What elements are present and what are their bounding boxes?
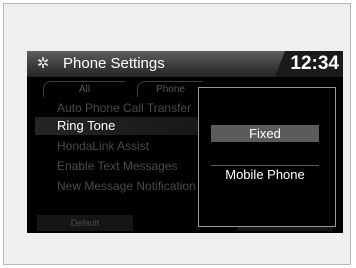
gear-icon: ✲ [36,55,50,72]
tab-all[interactable]: All [43,81,125,97]
option-mobile-phone[interactable]: Mobile Phone [211,165,319,184]
infotainment-screen: ✲ Phone Settings 12:34 All Phone Auto Ph… [27,51,343,233]
option-fixed[interactable]: Fixed [211,125,319,142]
screen-title: Phone Settings [63,55,165,72]
menu-item-auto-phone-call-transfer[interactable]: Auto Phone Call Transfer [35,99,215,117]
clock-panel: 12:34 [275,51,343,77]
menu-item-new-message-notification[interactable]: New Message Notification [35,177,215,195]
default-button[interactable]: Default [37,215,133,231]
tab-phone[interactable]: Phone [137,81,203,97]
figure-frame: ✲ Phone Settings 12:34 All Phone Auto Ph… [3,3,351,265]
menu-item-enable-text-messages[interactable]: Enable Text Messages [35,157,215,175]
menu-item-hondalink-assist[interactable]: HondaLink Assist [35,137,215,155]
ring-tone-popup: Fixed Mobile Phone [198,87,336,227]
title-bar: ✲ Phone Settings 12:34 [27,51,343,77]
clock: 12:34 [290,53,339,74]
menu-item-ring-tone[interactable]: Ring Tone [35,117,215,135]
